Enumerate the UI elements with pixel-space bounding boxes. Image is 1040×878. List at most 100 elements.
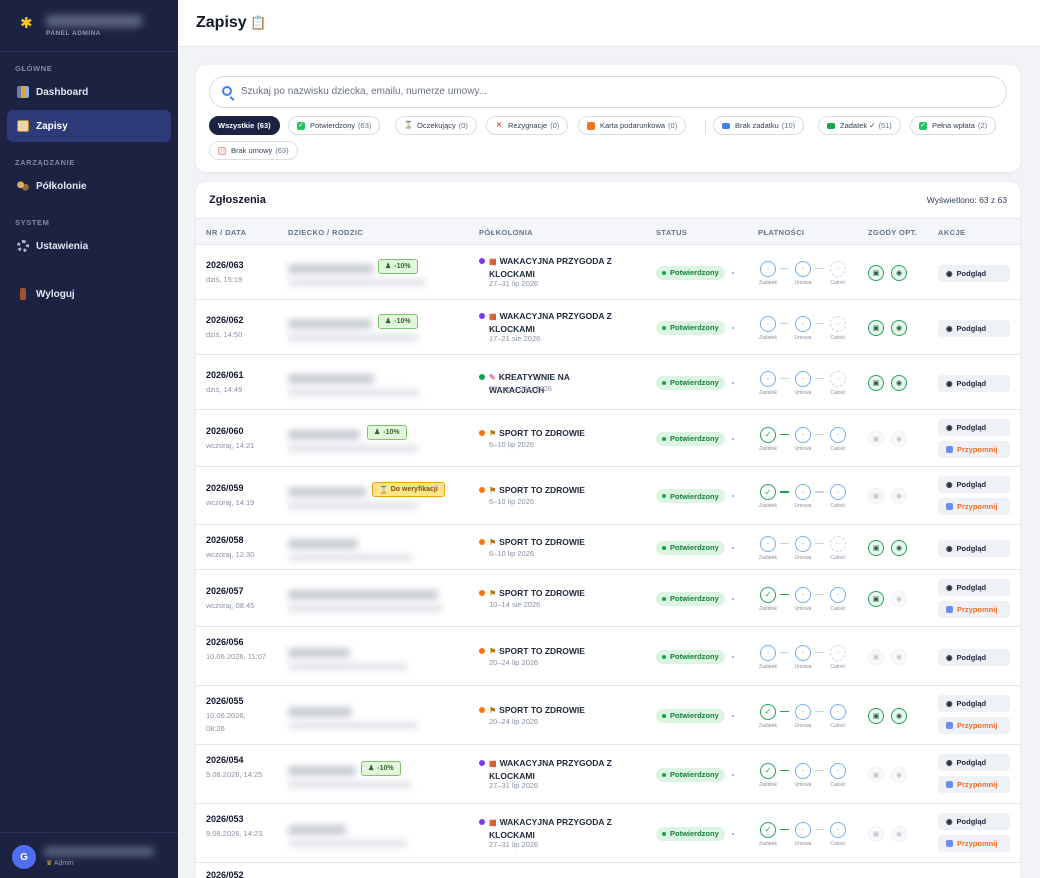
program-name[interactable]: ⚑ SPORT TO ZDROWIE <box>489 536 624 549</box>
deposit-status-icon[interactable]: · <box>760 535 776 552</box>
full-payment-status-icon[interactable]: · <box>830 703 846 720</box>
full-payment-status-icon[interactable]: – <box>830 260 846 277</box>
table-row[interactable]: 2026/057 wczoraj, 08:45 ⚑ SPORT TO ZDROWIE 1… <box>196 570 1020 627</box>
view-button[interactable]: ◉ Podgląd <box>938 648 1010 666</box>
consent-media-icon[interactable]: ◉ <box>891 825 907 842</box>
contract-status-icon[interactable]: · <box>795 821 811 838</box>
consent-media-icon[interactable]: ◉ <box>891 319 907 336</box>
deposit-status-icon[interactable]: ✓ <box>760 703 776 720</box>
program-name[interactable]: ▦ WAKACYJNA PRZYGODA Z KLOCKAMI <box>489 255 624 280</box>
sidebar-item-dashboard[interactable]: Dashboard <box>7 76 171 108</box>
table-row[interactable]: 2026/053 9.06.2026, 14:23 ▦ WAKACYJNA PRZYG… <box>196 804 1020 863</box>
sidebar-item-polkolonie[interactable]: Półkolonie <box>7 170 171 202</box>
full-payment-status-icon[interactable]: – <box>830 315 846 332</box>
consent-photo-icon[interactable]: ▣ <box>868 319 884 336</box>
full-payment-status-icon[interactable]: · <box>830 586 846 603</box>
filter-no-deposit[interactable]: Brak zadatku (10) <box>713 116 805 135</box>
table-row[interactable]: 2026/059 wczoraj, 14:19 ⌛ Do weryfikacji ⚑ SP… <box>196 467 1020 525</box>
program-name[interactable]: ⚑ SPORT TO ZDROWIE <box>489 645 624 658</box>
consent-photo-icon[interactable]: ▣ <box>868 539 884 556</box>
full-payment-status-icon[interactable]: · <box>830 821 846 838</box>
view-button[interactable]: ◉ Podgląd <box>938 264 1010 282</box>
consent-photo-icon[interactable]: ▣ <box>868 707 884 724</box>
deposit-status-icon[interactable]: · <box>760 644 776 661</box>
table-row[interactable]: 2026/052 <box>196 863 1020 878</box>
remind-button[interactable]: Przypomnij <box>938 441 1010 458</box>
consent-media-icon[interactable]: ◉ <box>891 374 907 391</box>
view-button[interactable]: ◉ Podgląd <box>938 476 1010 493</box>
view-button[interactable]: ◉ Podgląd <box>938 319 1010 337</box>
filter-no-contract[interactable]: Brak umowy (63) <box>209 141 298 160</box>
full-payment-status-icon[interactable]: – <box>830 535 846 552</box>
filter-pending[interactable]: ⌛ Oczekujący (0) <box>395 116 477 135</box>
full-payment-status-icon[interactable]: – <box>830 370 846 387</box>
consent-media-icon[interactable]: ◉ <box>891 707 907 724</box>
consent-media-icon[interactable]: ◉ <box>891 766 907 783</box>
consent-photo-icon[interactable]: ▣ <box>868 825 884 842</box>
deposit-status-icon[interactable]: · <box>760 260 776 277</box>
deposit-status-icon[interactable]: ✓ <box>760 586 776 603</box>
contract-status-icon[interactable]: · <box>795 315 811 332</box>
remind-button[interactable]: Przypomnij <box>938 835 1010 852</box>
filter-gift-card[interactable]: Karta podarunkowa (0) <box>578 116 687 135</box>
program-name[interactable]: ▦ WAKACYJNA PRZYGODA Z KLOCKAMI <box>489 816 624 841</box>
table-row[interactable]: 2026/055 10.06.2026, 08:26 ⚑ SPORT TO ZDROW… <box>196 686 1020 745</box>
program-name[interactable]: ⚑ SPORT TO ZDROWIE <box>489 484 624 497</box>
view-button[interactable]: ◉ Podgląd <box>938 579 1010 596</box>
consent-media-icon[interactable]: ◉ <box>891 590 907 607</box>
deposit-status-icon[interactable]: · <box>760 370 776 387</box>
full-payment-status-icon[interactable]: – <box>830 644 846 661</box>
consent-photo-icon[interactable]: ▣ <box>868 488 884 504</box>
contract-status-icon[interactable]: · <box>795 762 811 779</box>
view-button[interactable]: ◉ Podgląd <box>938 813 1010 830</box>
remind-button[interactable]: Przypomnij <box>938 717 1010 734</box>
program-name[interactable]: ▦ WAKACYJNA PRZYGODA Z KLOCKAMI <box>489 310 624 335</box>
filter-deposit-paid[interactable]: Zadatek ✓ (51) <box>818 116 901 135</box>
deposit-status-icon[interactable]: ✓ <box>760 821 776 838</box>
program-name[interactable]: ▦ WAKACYJNA PRZYGODA Z KLOCKAMI <box>489 757 624 782</box>
consent-media-icon[interactable]: ◉ <box>891 648 907 665</box>
consent-photo-icon[interactable]: ▣ <box>868 264 884 281</box>
remind-button[interactable]: Przypomnij <box>938 498 1010 515</box>
program-name[interactable]: ⚑ SPORT TO ZDROWIE <box>489 427 624 440</box>
view-button[interactable]: ◉ Podgląd <box>938 695 1010 712</box>
remind-button[interactable]: Przypomnij <box>938 601 1010 618</box>
consent-photo-icon[interactable]: ▣ <box>868 590 884 607</box>
view-button[interactable]: ◉ Podgląd <box>938 419 1010 436</box>
table-row[interactable]: 2026/060 wczoraj, 14:21 ♟ -10% ⚑ SPORT TO ZDR… <box>196 410 1020 467</box>
full-payment-status-icon[interactable]: · <box>830 426 846 443</box>
brand[interactable]: ✱ PANEL ADMINA <box>0 0 178 52</box>
contract-status-icon[interactable]: · <box>795 586 811 603</box>
view-button[interactable]: ◉ Podgląd <box>938 754 1010 771</box>
view-button[interactable]: ◉ Podgląd <box>938 374 1010 392</box>
remind-button[interactable]: Przypomnij <box>938 776 1010 793</box>
contract-status-icon[interactable]: · <box>795 644 811 661</box>
full-payment-status-icon[interactable]: · <box>830 484 846 500</box>
consent-photo-icon[interactable]: ▣ <box>868 766 884 783</box>
contract-status-icon[interactable]: · <box>795 260 811 277</box>
deposit-status-icon[interactable]: · <box>760 315 776 332</box>
filter-full-payment[interactable]: ✓ Pełna wpłata (2) <box>910 116 997 135</box>
table-row[interactable]: 2026/062 dziś, 14:50 ♟ -10% ▦ WAKACYJNA PRZYG… <box>196 300 1020 355</box>
deposit-status-icon[interactable]: ✓ <box>760 484 776 500</box>
table-row[interactable]: 2026/063 dziś, 15:19 ♟ -10% ▦ WAKACYJNA PRZYG… <box>196 245 1020 300</box>
deposit-status-icon[interactable]: ✓ <box>760 426 776 443</box>
table-row[interactable]: 2026/061 dziś, 14:49 ✎ KREATYWNIE NA WAKACJ… <box>196 355 1020 410</box>
sidebar-item-zapisy[interactable]: Zapisy <box>7 110 171 142</box>
contract-status-icon[interactable]: · <box>795 535 811 552</box>
sidebar-item-ustawienia[interactable]: Ustawienia <box>7 230 171 262</box>
consent-photo-icon[interactable]: ▣ <box>868 374 884 391</box>
contract-status-icon[interactable]: · <box>795 703 811 720</box>
search-input[interactable]: Szukaj po nazwisku dziecka, emailu, nume… <box>209 76 1007 108</box>
table-row[interactable]: 2026/058 wczoraj, 12:30 ⚑ SPORT TO ZDROWIE 6… <box>196 525 1020 570</box>
program-name[interactable]: ⚑ SPORT TO ZDROWIE <box>489 704 624 717</box>
view-button[interactable]: ◉ Podgląd <box>938 539 1010 557</box>
contract-status-icon[interactable]: · <box>795 370 811 387</box>
filter-confirmed[interactable]: ✓ Potwierdzony (63) <box>288 116 381 135</box>
program-name[interactable]: ⚑ SPORT TO ZDROWIE <box>489 587 624 600</box>
consent-media-icon[interactable]: ◉ <box>891 488 907 504</box>
logout-button[interactable]: Wyloguj <box>7 278 171 310</box>
consent-photo-icon[interactable]: ▣ <box>868 648 884 665</box>
filter-all[interactable]: Wszystkie (63) <box>209 116 280 135</box>
deposit-status-icon[interactable]: ✓ <box>760 762 776 779</box>
